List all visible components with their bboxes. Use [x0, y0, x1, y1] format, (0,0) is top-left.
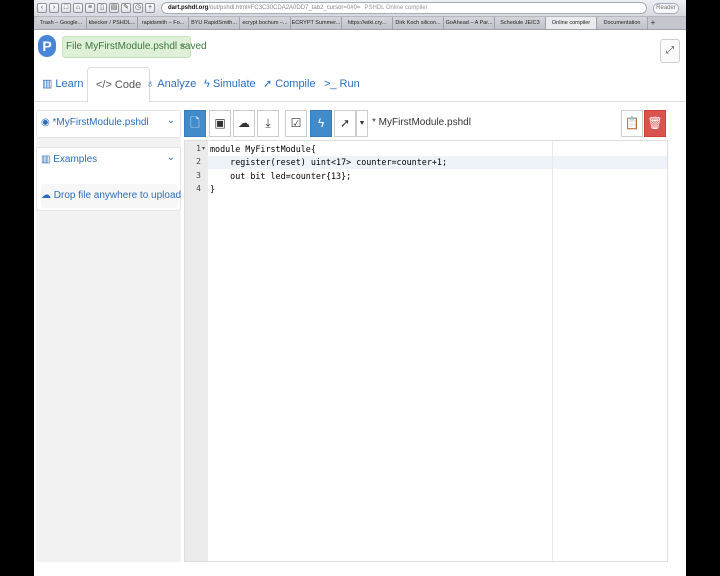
new-file-button[interactable]: 🗋 [184, 110, 206, 137]
chevron-down-icon[interactable]: ⌄ [167, 115, 175, 126]
bookmarks-icon[interactable]: ≡ [85, 3, 95, 13]
pshdl-logo: P [38, 35, 56, 57]
simulate-button[interactable]: ϟ [310, 110, 332, 137]
screen: ‹ › □ ⌂ ≡ ▯ ▤ ✎ ◷ + dart.pshdl.org /out/… [0, 0, 720, 576]
file-panel-header: ◉ *MyFirstModule.pshdl [41, 117, 149, 128]
trash-icon: 🗑 [647, 116, 663, 130]
browser-tab[interactable]: Documentation [597, 17, 648, 29]
validate-button[interactable]: ☑ [285, 110, 307, 137]
sidebar: ◉ *MyFirstModule.pshdl ⌄ ▥ Examples ⌄ ☁ … [36, 110, 181, 562]
url-path: /out/pshdl.html#FC3C30CDA2A0DD7_tab2_cur… [208, 5, 361, 11]
clipboard-icon: 📋 [624, 116, 640, 130]
fold-arrow-icon[interactable]: ▾ [202, 145, 205, 152]
browser-tab[interactable]: GoAhead – A Par... [444, 17, 495, 29]
address-bar[interactable]: dart.pshdl.org /out/pshdl.html#FC3C30CDA… [161, 2, 647, 14]
browser-tabbar: Trash – Google... kbecker / PSHDL... rap… [34, 17, 686, 30]
browser-tab[interactable]: ecrypt bochum –... [240, 17, 291, 29]
line-number: 1 [196, 144, 201, 153]
tab-code[interactable]: </> Code [87, 67, 151, 103]
book-icon: ▥ [41, 154, 51, 165]
tab-simulate[interactable]: ϟ Simulate [204, 67, 256, 102]
code-line[interactable]: module MyFirstModule{ [210, 144, 316, 154]
tab-learn[interactable]: ▥ Learn [42, 67, 84, 102]
clipboard-icon[interactable]: ▯ [97, 3, 107, 13]
book-icon: ▥ [42, 78, 53, 90]
cloud-upload-icon: ☁ [41, 190, 51, 201]
save-button[interactable]: ▣ [209, 110, 231, 137]
bolt-icon: ϟ [317, 116, 325, 130]
tools-icon[interactable]: ✎ [121, 3, 131, 13]
tab-analyze[interactable]: ♁ Analyze [146, 67, 196, 102]
line-number: 4 [196, 184, 201, 193]
back-icon[interactable]: ‹ [37, 3, 47, 13]
rocket-icon: ➚ [339, 116, 351, 130]
browser-tab-active[interactable]: Online compiler [546, 17, 597, 29]
eye-icon: ◉ [41, 117, 50, 128]
share-icon[interactable]: □ [61, 3, 71, 13]
download-icon: ⤓ [265, 116, 271, 130]
line-number: 3 [196, 171, 201, 180]
upload-dropzone[interactable]: ☁ Drop file anywhere to upload [41, 184, 181, 208]
browser-tab[interactable]: BYU RapidSmith... [189, 17, 240, 29]
stethoscope-icon: ♁ [146, 78, 155, 90]
cloud-upload-icon: ☁ [238, 116, 250, 130]
bolt-icon: ϟ [204, 78, 210, 90]
chevron-down-icon[interactable]: ⌄ [167, 152, 175, 163]
code-icon: </> [96, 79, 112, 91]
file-panel[interactable]: ◉ *MyFirstModule.pshdl ⌄ [36, 110, 181, 138]
examples-panel[interactable]: ▥ Examples ⌄ ☁ Drop file anywhere to upl… [36, 147, 181, 211]
examples-header: ▥ Examples [41, 154, 98, 165]
browser-tab[interactable]: Trash – Google... [36, 17, 87, 29]
page-title: PSHDL Online compiler [364, 5, 428, 11]
app-header: P File MyFirstModule.pshdl saved × ⤢ [34, 30, 686, 63]
chevron-down-icon[interactable]: ▼ [356, 110, 368, 137]
expand-icon[interactable]: ⤢ [660, 39, 680, 63]
close-icon[interactable]: × [180, 37, 186, 57]
browser-tab[interactable]: kbecker / PSHDL... [87, 17, 138, 29]
tab-compile[interactable]: ➚ Compile [263, 67, 316, 102]
code-line[interactable]: out bit led=counter{13}; [210, 171, 351, 181]
browser-tab[interactable]: https://wiki.cry... [342, 17, 393, 29]
add-icon[interactable]: + [145, 3, 155, 13]
tab-run[interactable]: >_ Run [324, 67, 360, 102]
home-icon[interactable]: ⌂ [73, 3, 83, 13]
save-notification: File MyFirstModule.pshdl saved × [62, 36, 207, 58]
browser-window: ‹ › □ ⌂ ≡ ▯ ▤ ✎ ◷ + dart.pshdl.org /out/… [34, 0, 686, 576]
browser-toolbar: ‹ › □ ⌂ ≡ ▯ ▤ ✎ ◷ + dart.pshdl.org /out/… [34, 0, 686, 17]
editor-gutter: 1 ▾ 2 3 4 [185, 141, 208, 561]
save-icon: ▣ [214, 116, 226, 130]
forward-icon[interactable]: › [49, 3, 59, 13]
code-editor[interactable]: 1 ▾ 2 3 4 module MyFirstModule{ register… [184, 140, 668, 562]
main-nav: ▥ Learn </> Code ♁ Analyze ϟ Simulate ➚ Compi… [34, 67, 686, 103]
reader-button[interactable]: Reader [653, 2, 679, 14]
code-line[interactable]: register(reset) uint<17> counter=counter… [210, 157, 447, 167]
line-number: 2 [196, 157, 201, 166]
history-icon[interactable]: ◷ [133, 3, 143, 13]
new-tab-icon[interactable]: + [648, 17, 658, 29]
print-margin [552, 141, 553, 561]
url-host: dart.pshdl.org [168, 5, 209, 11]
open-file-name: * MyFirstModule.pshdl [372, 117, 471, 128]
delete-button[interactable]: 🗑 [644, 110, 666, 137]
rocket-icon: ➚ [263, 78, 273, 90]
browser-tab[interactable]: rapidsmith – Fo... [138, 17, 189, 29]
new-file-icon: 🗋 [190, 116, 200, 130]
browser-tab[interactable]: ECRYPT Summer... [291, 17, 342, 29]
browser-tab[interactable]: Dirk Koch silicon... [393, 17, 444, 29]
browser-tab[interactable]: Schedule JEIC3 [495, 17, 546, 29]
download-button[interactable]: ⤓ [257, 110, 279, 137]
check-icon: ☑ [290, 116, 302, 130]
code-line[interactable]: } [210, 184, 215, 194]
clipboard-button[interactable]: 📋 [621, 110, 643, 137]
terminal-icon: >_ [324, 78, 337, 90]
cloud-upload-button[interactable]: ☁ [233, 110, 255, 137]
editor-toolbar: 🗋 ▣ ☁ ⤓ ☑ ϟ ➚ ▼ * MyFirstModule.pshdl 📋 … [184, 110, 668, 138]
print-icon[interactable]: ▤ [109, 3, 119, 13]
compile-button[interactable]: ➚ [334, 110, 356, 137]
